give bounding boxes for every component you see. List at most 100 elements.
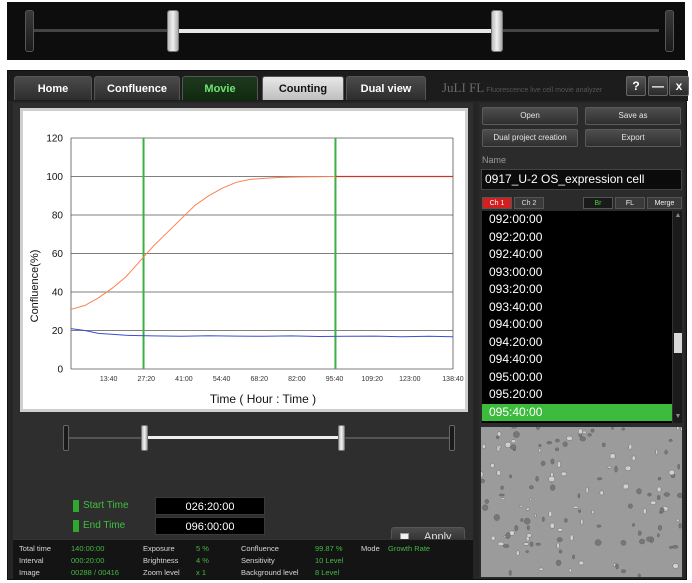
cell-blob [529, 541, 534, 547]
cell-blob [481, 471, 484, 478]
x-tick-label: 82:00 [288, 376, 306, 383]
cell-blob [497, 541, 505, 546]
tab-movie[interactable]: Movie [182, 76, 258, 100]
mode-value: Growth Rate [388, 544, 431, 553]
cell-blob [621, 427, 625, 431]
cell-blob [647, 492, 652, 497]
cell-blob [560, 471, 567, 477]
cell-blob [577, 493, 581, 499]
timepoint-item[interactable]: 095:40:00 [482, 403, 672, 421]
view-tab-fl[interactable]: FL [615, 197, 645, 209]
confluence-chart: 0 20 40 60 80 100 120 13:40 27:20 41:00 54:40 68:2… [20, 108, 468, 412]
timepoint-item[interactable]: 092:20:00 [482, 229, 672, 247]
time-slider-start-cap [63, 425, 69, 451]
cell-blob [554, 447, 559, 452]
view-tab-merge[interactable]: Merge [647, 197, 682, 209]
cell-blob [636, 488, 642, 495]
cell-blob [500, 485, 504, 490]
timepoint-item[interactable]: 095:00:00 [482, 369, 672, 387]
cell-blob [659, 507, 665, 514]
cell-blob [549, 522, 555, 529]
cell-blob [550, 484, 556, 491]
tab-counting[interactable]: Counting [262, 76, 344, 100]
y-tick-labels: 0 20 40 60 80 100 120 [46, 134, 63, 376]
cell-blob [596, 524, 602, 528]
tab-dual-view[interactable]: Dual view [346, 76, 426, 100]
cell-blob [548, 476, 556, 483]
scroll-up-icon[interactable]: ▲ [674, 212, 682, 220]
cell-blob [637, 530, 642, 536]
cell-blob [622, 483, 630, 490]
cell-blob [628, 443, 633, 450]
timepoint-item[interactable]: 093:00:00 [482, 264, 672, 282]
timepoint-list-scrollbar[interactable]: ▲ ▼ [672, 211, 682, 423]
cell-blob [676, 427, 680, 431]
cell-blob [611, 427, 614, 430]
time-slider-start-handle[interactable] [141, 425, 148, 451]
slider-start-handle[interactable] [167, 10, 179, 52]
cell-blob [578, 560, 585, 566]
cell-blob [657, 477, 662, 481]
cell-blob [481, 478, 485, 484]
y-tick-label: 100 [46, 172, 63, 183]
export-button[interactable]: Export [585, 129, 681, 147]
cell-blob [525, 507, 530, 511]
cell-blob [526, 525, 530, 531]
timepoint-item[interactable]: 094:00:00 [482, 316, 672, 334]
interval-value: 000:20:00 [71, 556, 105, 565]
project-name-field[interactable]: 0917_U-2 OS_expression cell [481, 169, 682, 190]
cell-blob [482, 504, 489, 511]
cell-blob [656, 495, 661, 501]
cell-blob [555, 438, 560, 443]
y-tick-label: 20 [52, 326, 64, 337]
chart-panel: 0 20 40 60 80 100 120 13:40 27:20 41:00 54:40 68:2… [13, 103, 473, 576]
timepoint-list[interactable]: 092:00:00 092:20:00 092:40:00 093:00:00 093:… [482, 211, 672, 423]
end-time-label: End Time [73, 517, 153, 535]
end-time-field[interactable]: 096:00:00 [155, 517, 265, 535]
cell-blob [535, 542, 541, 546]
close-button[interactable]: x [669, 76, 689, 96]
timepoint-item[interactable]: 095:20:00 [482, 386, 672, 404]
scroll-down-icon[interactable]: ▼ [674, 413, 682, 421]
tab-confluence[interactable]: Confluence [94, 76, 180, 100]
slider-end-cap [665, 10, 674, 52]
zoom-level-value: x 1 [196, 568, 207, 577]
cell-blob [587, 433, 592, 437]
timepoint-item[interactable]: 094:20:00 [482, 334, 672, 352]
cell-blob [498, 444, 502, 450]
timepoint-item[interactable]: 093:40:00 [482, 299, 672, 317]
cell-blob [657, 533, 660, 538]
channel-tab-ch1[interactable]: Ch 1 [482, 197, 512, 209]
dual-project-creation-button[interactable]: Dual project creation [482, 129, 578, 147]
start-time-field[interactable]: 026:20:00 [155, 497, 265, 515]
cell-blob [564, 518, 568, 523]
cell-blob [668, 469, 675, 476]
timepoint-item[interactable]: 092:40:00 [482, 246, 672, 264]
timepoint-item[interactable]: 094:40:00 [482, 351, 672, 369]
tab-home[interactable]: Home [14, 76, 92, 100]
channel-tab-ch2[interactable]: Ch 2 [514, 197, 544, 209]
cell-blob [594, 539, 602, 546]
cell-blob [620, 540, 627, 546]
cell-blob [656, 486, 662, 493]
time-range-slider[interactable] [63, 425, 455, 451]
x-tick-label: 54:40 [213, 376, 231, 383]
slider-end-handle[interactable] [491, 10, 503, 52]
project-panel: Open Save as Dual project creation Expor… [479, 103, 684, 578]
view-tab-br[interactable]: Br [583, 197, 613, 209]
timepoint-item[interactable]: 092:00:00 [482, 211, 672, 229]
timepoint-item[interactable]: 093:20:00 [482, 281, 672, 299]
help-button[interactable]: ? [626, 76, 646, 96]
y-tick-label: 60 [52, 249, 64, 260]
cell-blob [508, 569, 512, 576]
open-button[interactable]: Open [482, 107, 578, 125]
save-as-button[interactable]: Save as [585, 107, 681, 125]
minimize-button[interactable]: — [648, 76, 668, 96]
cell-blob [572, 505, 579, 509]
time-slider-active-range [145, 436, 341, 439]
cell-blob [677, 463, 680, 470]
top-range-slider[interactable] [7, 2, 685, 60]
time-slider-end-handle[interactable] [338, 425, 345, 451]
cell-blob [550, 458, 555, 465]
scrollbar-thumb[interactable] [674, 333, 682, 353]
